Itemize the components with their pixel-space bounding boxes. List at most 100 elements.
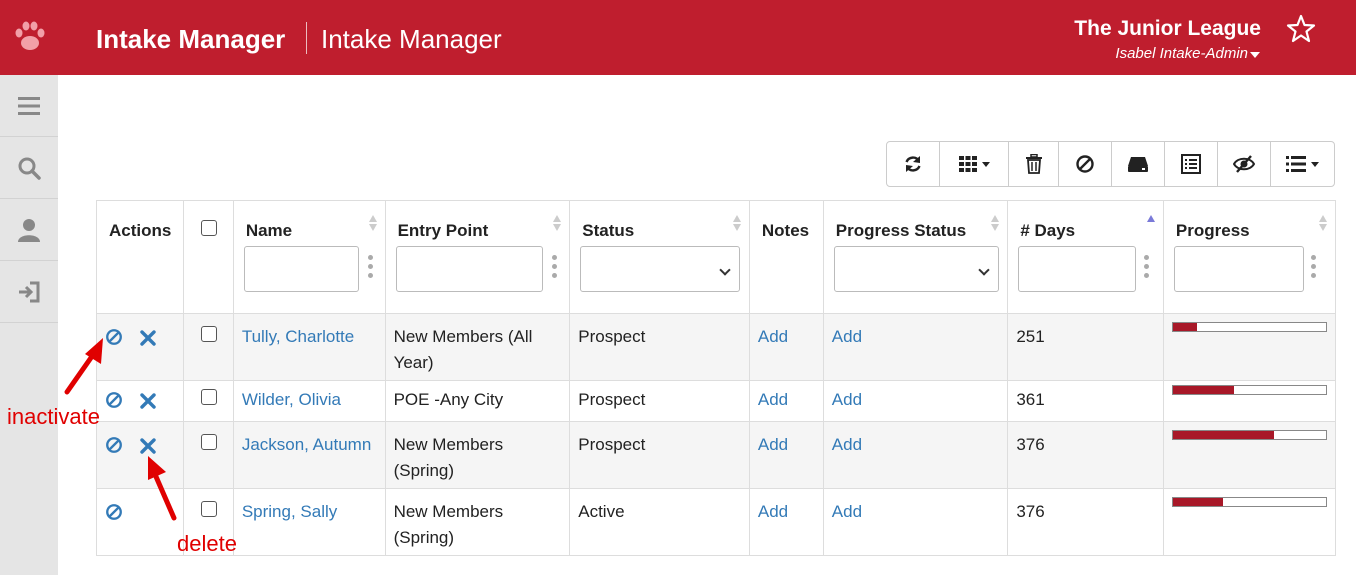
add-progress-status-link[interactable]: Add: [832, 502, 862, 521]
columns-button[interactable]: [940, 142, 1009, 186]
table-row: Jackson, Autumn New Members (Spring) Pro…: [96, 421, 1337, 489]
add-progress-status-link[interactable]: Add: [832, 327, 862, 346]
sort-icon[interactable]: [368, 213, 377, 233]
delete-x-icon[interactable]: [140, 330, 156, 346]
cell-progress-status: Add: [822, 421, 1009, 489]
cell-name: Spring, Sally: [232, 488, 386, 556]
column-header-entry-point[interactable]: Entry Point: [384, 200, 571, 314]
cell-progress: [1162, 421, 1337, 489]
column-header-progress-status[interactable]: Progress Status: [822, 200, 1009, 314]
row-checkbox[interactable]: [200, 326, 217, 342]
progress-filter-input[interactable]: [1173, 246, 1304, 292]
delete-x-icon[interactable]: [140, 393, 156, 409]
star-icon[interactable]: [1286, 14, 1316, 44]
add-note-link[interactable]: Add: [758, 435, 788, 454]
progress-status-filter-select[interactable]: [833, 246, 999, 292]
column-header-status[interactable]: Status: [569, 200, 750, 314]
inactivate-selected-button[interactable]: [1059, 142, 1112, 186]
days-filter-options-icon[interactable]: [1144, 255, 1150, 281]
trash-icon: [1025, 154, 1042, 174]
name-filter-options-icon[interactable]: [367, 255, 374, 281]
list-options-button[interactable]: [1271, 142, 1334, 186]
app-title[interactable]: Intake Manager: [96, 24, 285, 55]
entry-point-filter-options-icon[interactable]: [551, 255, 558, 281]
inactivate-ban-icon[interactable]: [105, 436, 123, 454]
table-row: Wilder, Olivia POE -Any City Prospect Ad…: [96, 380, 1337, 422]
sort-icon[interactable]: [1319, 213, 1327, 233]
row-select: [182, 421, 234, 489]
table-toolbar: [886, 141, 1335, 187]
row-checkbox[interactable]: [200, 434, 217, 450]
cell-progress-status: Add: [822, 313, 1009, 381]
progress-bar: [1171, 497, 1327, 507]
member-name-link[interactable]: Jackson, Autumn: [242, 435, 371, 454]
cell-days: 376: [1007, 421, 1164, 489]
cell-name: Wilder, Olivia: [232, 380, 386, 422]
paw-logo-icon[interactable]: [10, 16, 50, 56]
progress-bar-fill: [1172, 498, 1224, 506]
column-header-days[interactable]: # Days: [1007, 200, 1164, 314]
cell-days: 376: [1007, 488, 1164, 556]
progress-bar-fill: [1172, 386, 1235, 394]
chevron-down-icon: [719, 264, 731, 276]
sidebar-item-menu[interactable]: [0, 75, 58, 137]
member-name-link[interactable]: Tully, Charlotte: [242, 327, 354, 346]
progress-bar-fill: [1172, 323, 1198, 331]
caret-down-icon[interactable]: [1250, 52, 1260, 58]
hard-drive-icon: [1128, 157, 1148, 172]
column-label-days: # Days: [1020, 221, 1076, 240]
cell-notes: Add: [748, 421, 824, 489]
refresh-button[interactable]: [887, 142, 940, 186]
add-progress-status-link[interactable]: Add: [832, 390, 862, 409]
list-icon: [1286, 156, 1306, 172]
sort-icon[interactable]: [732, 213, 741, 233]
row-checkbox[interactable]: [200, 389, 217, 405]
inactivate-annotation-label: inactivate: [7, 404, 100, 429]
export-button[interactable]: [1112, 142, 1165, 186]
add-note-link[interactable]: Add: [758, 390, 788, 409]
select-all-checkbox[interactable]: [200, 220, 217, 236]
member-name-link[interactable]: Wilder, Olivia: [242, 390, 341, 409]
sidebar: [0, 75, 58, 575]
sort-icon[interactable]: [991, 213, 1000, 233]
status-filter-select[interactable]: [580, 246, 741, 292]
cell-status: Active: [569, 488, 750, 556]
column-label-notes: Notes: [761, 221, 810, 240]
days-filter-input[interactable]: [1018, 246, 1137, 292]
add-note-link[interactable]: Add: [758, 502, 788, 521]
cell-progress: [1162, 488, 1337, 556]
user-menu[interactable]: Isabel Intake-Admin: [1115, 45, 1248, 62]
toggle-visibility-button[interactable]: [1218, 142, 1271, 186]
column-label-entry-point: Entry Point: [397, 221, 489, 240]
delete-arrow-annotation: [148, 456, 177, 521]
cell-notes: Add: [748, 488, 824, 556]
column-label-name: Name: [245, 221, 293, 240]
entry-point-filter-input[interactable]: [395, 246, 543, 292]
progress-bar-fill: [1172, 431, 1274, 439]
progress-bar: [1171, 322, 1327, 332]
chevron-down-icon: [978, 264, 990, 276]
row-checkbox[interactable]: [200, 501, 217, 517]
name-filter-input[interactable]: [243, 246, 359, 292]
column-header-name[interactable]: Name: [232, 200, 386, 314]
sidebar-item-search[interactable]: [0, 137, 58, 199]
cell-status: Prospect: [569, 421, 750, 489]
progress-filter-options-icon[interactable]: [1310, 255, 1317, 281]
delete-selected-button[interactable]: [1009, 142, 1059, 186]
column-label-actions: Actions: [109, 221, 172, 240]
detail-view-button[interactable]: [1165, 142, 1218, 186]
cell-name: Tully, Charlotte: [232, 313, 386, 381]
add-note-link[interactable]: Add: [758, 327, 788, 346]
sidebar-item-logout[interactable]: [0, 261, 58, 323]
cell-entry-point: New Members (All Year): [384, 313, 571, 381]
sort-ascending-icon[interactable]: [1146, 213, 1155, 233]
inactivate-ban-icon[interactable]: [105, 503, 123, 521]
sidebar-item-profile[interactable]: [0, 199, 58, 261]
member-name-link[interactable]: Spring, Sally: [242, 502, 337, 521]
column-header-progress[interactable]: Progress: [1162, 200, 1337, 314]
chevron-down-icon: [1311, 161, 1319, 167]
list-alt-icon: [1181, 154, 1201, 174]
add-progress-status-link[interactable]: Add: [832, 435, 862, 454]
sort-icon[interactable]: [553, 213, 562, 233]
column-label-status: Status: [582, 221, 635, 240]
